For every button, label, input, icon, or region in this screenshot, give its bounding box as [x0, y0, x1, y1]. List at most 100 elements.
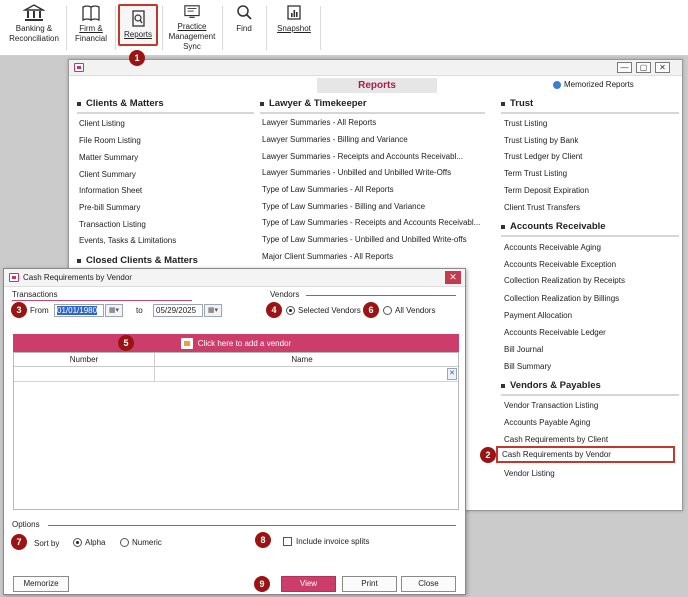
close-button[interactable]: Close [401, 576, 456, 592]
report-vendor-transaction[interactable]: Vendor Transaction Listing [504, 401, 598, 410]
report-major-client-all[interactable]: Major Client Summaries - All Reports [262, 252, 393, 261]
report-client-summary[interactable]: Client Summary [79, 170, 136, 179]
row-delete-icon[interactable]: ✕ [447, 368, 457, 380]
report-cash-req-vendor[interactable]: Cash Requirements by Vendor [496, 446, 675, 463]
table-row[interactable] [14, 367, 458, 382]
report-client-trust-transfers[interactable]: Client Trust Transfers [504, 203, 580, 212]
bullet-icon [77, 101, 81, 106]
bullet-icon [260, 101, 264, 106]
report-trust-ledger[interactable]: Trust Ledger by Client [504, 152, 582, 161]
from-calendar-icon[interactable]: ▦▾ [105, 304, 123, 317]
dialog-close-icon[interactable]: ✕ [445, 271, 461, 284]
ribbon-separator [66, 6, 67, 50]
report-file-room-listing[interactable]: File Room Listing [79, 136, 141, 145]
report-ar-ledger[interactable]: Accounts Receivable Ledger [504, 328, 606, 337]
report-events-tasks[interactable]: Events, Tasks & Limitations [79, 236, 176, 245]
from-date-input[interactable]: 01/01/1980 [54, 304, 104, 317]
include-invoice-splits-checkbox[interactable]: Include invoice splits [283, 537, 369, 546]
dialog-titlebar: Cash Requirements by Vendor ✕ [4, 269, 465, 287]
memorized-reports-link[interactable]: Memorized Reports [553, 80, 634, 89]
closed-clients-heading: Closed Clients & Matters [77, 255, 198, 266]
divider [77, 112, 254, 114]
report-cash-req-client[interactable]: Cash Requirements by Client [504, 435, 608, 444]
divider [501, 394, 679, 396]
practice-management-sync-button[interactable]: Practice Management Sync [166, 4, 218, 52]
find-button[interactable]: Find [226, 4, 262, 52]
sort-alpha-radio[interactable]: Alpha [73, 538, 105, 547]
bullet-icon [501, 383, 505, 388]
minimize-button[interactable]: — [617, 62, 632, 73]
report-tol-billing[interactable]: Type of Law Summaries - Billing and Vari… [262, 202, 425, 211]
report-lawyer-receipts[interactable]: Lawyer Summaries - Receipts and Accounts… [262, 152, 463, 161]
step-badge-6: 6 [363, 302, 379, 318]
column-header-number[interactable]: Number [14, 355, 154, 364]
report-ar-exception[interactable]: Accounts Receivable Exception [504, 260, 616, 269]
add-vendor-button[interactable]: Click here to add a vendor [13, 334, 459, 352]
report-collection-billings[interactable]: Collection Realization by Billings [504, 294, 619, 303]
report-client-listing[interactable]: Client Listing [79, 119, 125, 128]
report-matter-summary[interactable]: Matter Summary [79, 153, 138, 162]
step-badge-4: 4 [266, 302, 282, 318]
column-header-name[interactable]: Name [154, 355, 450, 364]
step-badge-2: 2 [480, 447, 496, 463]
report-lawyer-all[interactable]: Lawyer Summaries - All Reports [262, 118, 376, 127]
cash-requirements-dialog: Cash Requirements by Vendor ✕ Transactio… [3, 268, 466, 595]
reports-window-titlebar: — ▢ ✕ [69, 60, 682, 76]
step-badge-9: 9 [254, 576, 270, 592]
to-date-input[interactable]: 05/29/2025 [153, 304, 203, 317]
report-bill-summary[interactable]: Bill Summary [504, 362, 551, 371]
to-label: to [136, 306, 143, 315]
window-close-button[interactable]: ✕ [655, 62, 670, 73]
reports-button[interactable]: Reports [118, 4, 158, 46]
report-transaction-listing[interactable]: Transaction Listing [79, 220, 146, 229]
to-calendar-icon[interactable]: ▦▾ [204, 304, 222, 317]
book-icon [82, 5, 100, 22]
ribbon-separator [162, 6, 163, 50]
report-payment-allocation[interactable]: Payment Allocation [504, 311, 572, 320]
report-term-trust[interactable]: Term Trust Listing [504, 169, 567, 178]
report-ar-aging[interactable]: Accounts Receivable Aging [504, 243, 601, 252]
trust-heading: Trust [501, 98, 533, 109]
bullet-icon [501, 224, 505, 229]
clients-matters-heading: Clients & Matters [77, 98, 164, 109]
report-information-sheet[interactable]: Information Sheet [79, 186, 142, 195]
ribbon-separator [115, 6, 116, 50]
snapshot-button[interactable]: Snapshot [272, 4, 316, 52]
ribbon-toolbar: Banking & Reconciliation Firm & Financia… [0, 0, 688, 56]
divider [501, 235, 679, 237]
report-lawyer-unbilled[interactable]: Lawyer Summaries - Unbilled and Unbilled… [262, 168, 451, 177]
transactions-label: Transactions [12, 290, 58, 299]
selected-vendors-radio[interactable]: Selected Vendors [286, 306, 361, 315]
app-icon [9, 273, 19, 282]
step-badge-1: 1 [129, 50, 145, 66]
restore-button[interactable]: ▢ [636, 62, 651, 73]
grid-header: Number Name [14, 353, 458, 367]
vendor-grid[interactable]: Number Name ✕ [13, 352, 459, 510]
options-label: Options [12, 520, 40, 529]
dialog-title: Cash Requirements by Vendor [23, 273, 132, 282]
magnifier-icon [237, 5, 252, 20]
report-pre-bill-summary[interactable]: Pre-bill Summary [79, 203, 140, 212]
add-vendor-icon [180, 337, 193, 349]
report-tol-unbilled[interactable]: Type of Law Summaries - Unbilled and Unb… [262, 235, 467, 244]
report-collection-receipts[interactable]: Collection Realization by Receipts [504, 276, 625, 285]
report-tol-all[interactable]: Type of Law Summaries - All Reports [262, 185, 394, 194]
banking-reconciliation-button[interactable]: Banking & Reconciliation [6, 4, 62, 52]
bank-icon [23, 4, 45, 21]
report-trust-by-bank[interactable]: Trust Listing by Bank [504, 136, 578, 145]
memorize-button[interactable]: Memorize [13, 576, 69, 592]
report-icon [132, 10, 145, 27]
print-button[interactable]: Print [342, 576, 397, 592]
report-lawyer-billing[interactable]: Lawyer Summaries - Billing and Variance [262, 135, 408, 144]
report-ap-aging[interactable]: Accounts Payable Aging [504, 418, 590, 427]
report-bill-journal[interactable]: Bill Journal [504, 345, 543, 354]
ribbon-separator [222, 6, 223, 50]
report-vendor-listing[interactable]: Vendor Listing [504, 469, 555, 478]
firm-financial-button[interactable]: Firm & Financial [70, 4, 112, 52]
sort-numeric-radio[interactable]: Numeric [120, 538, 162, 547]
all-vendors-radio[interactable]: All Vendors [383, 306, 435, 315]
view-button[interactable]: View [281, 576, 336, 592]
report-tol-receipts[interactable]: Type of Law Summaries - Receipts and Acc… [262, 218, 480, 227]
report-term-deposit[interactable]: Term Deposit Expiration [504, 186, 589, 195]
report-trust-listing[interactable]: Trust Listing [504, 119, 547, 128]
